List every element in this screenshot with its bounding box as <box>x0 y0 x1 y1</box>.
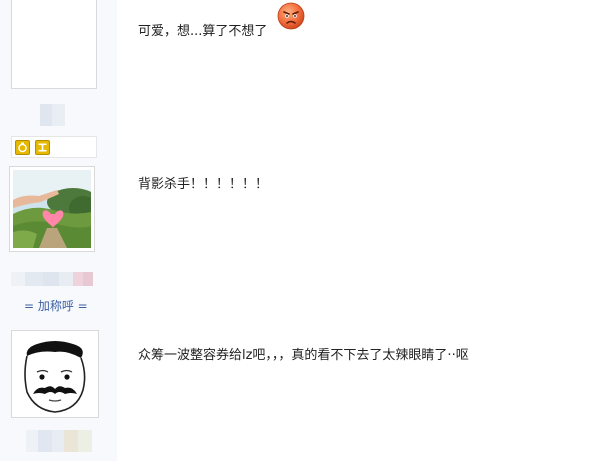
medal-icon[interactable] <box>15 139 30 155</box>
nickname-link[interactable]: = 加称呼 = <box>24 297 88 314</box>
post-content: 众筹一波整容券给lz吧，，，真的看不下去了太辣眼睛了··呕 <box>138 348 469 363</box>
meme-face-drawing <box>15 334 95 414</box>
post-content: 背影杀手！！！！！！ <box>138 177 269 192</box>
avatar-image <box>13 170 91 248</box>
forum-thread: 可爱，想...算了不想了 = 加称呼 = 背影杀手！！！！！！ 众筹一波整容券给… <box>0 0 610 461</box>
post-1: 可爱，想...算了不想了 <box>0 0 610 160</box>
avatar[interactable] <box>11 0 97 89</box>
post-3: 众筹一波整容券给lz吧，，，真的看不下去了太辣眼睛了··呕 <box>0 320 610 461</box>
avatar[interactable] <box>11 330 99 418</box>
post-content: 可爱，想...算了不想了 <box>138 24 268 39</box>
landscape-photo <box>13 170 91 248</box>
avatar-image <box>15 334 95 414</box>
author-name-blurred[interactable] <box>40 104 65 126</box>
post-2: = 加称呼 = 背影杀手！！！！！！ <box>0 160 610 320</box>
author-name-blurred[interactable] <box>26 430 92 452</box>
author-name-blurred[interactable] <box>11 272 93 286</box>
tag-icon[interactable] <box>35 139 50 155</box>
avatar[interactable] <box>9 166 95 252</box>
badge-row <box>11 136 97 158</box>
angry-face-emoji <box>277 2 305 30</box>
tag-icon-shape <box>38 143 47 151</box>
medal-icon-shape <box>18 142 27 152</box>
avatar-image <box>15 3 93 85</box>
